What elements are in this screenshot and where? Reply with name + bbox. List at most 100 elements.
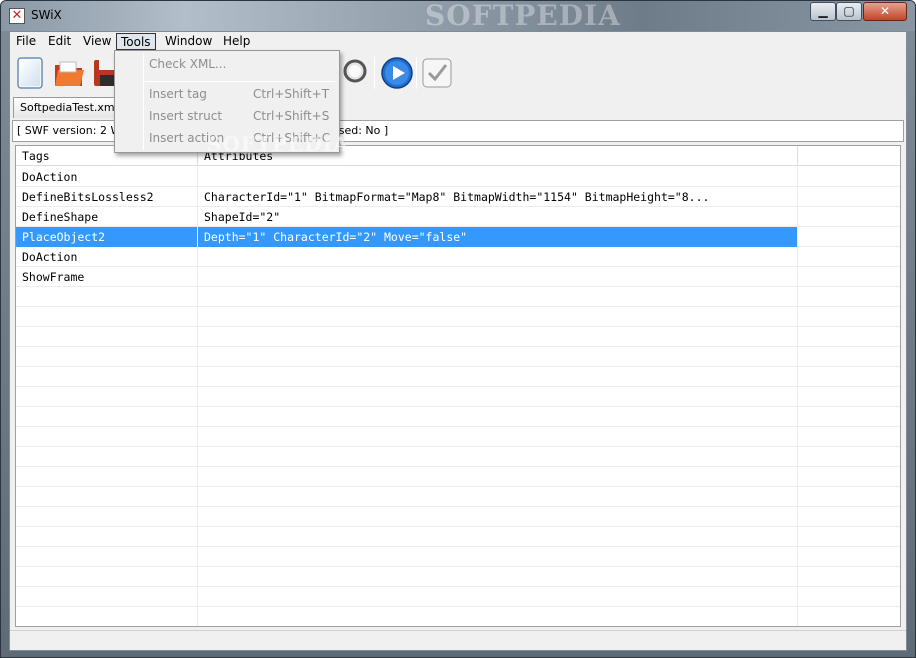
table-row[interactable]	[16, 527, 900, 547]
attributes-cell	[198, 407, 798, 427]
minimize-button[interactable]: ▁	[810, 2, 836, 21]
tag-cell	[16, 487, 198, 507]
window-title: SWiX	[31, 8, 62, 22]
maximize-button[interactable]: ▢	[836, 2, 862, 21]
tag-cell	[16, 607, 198, 626]
new-document-icon[interactable]	[14, 56, 48, 90]
shortcut-insert-tag: Ctrl+Shift+T	[253, 87, 330, 101]
table-row[interactable]	[16, 487, 900, 507]
attributes-cell	[198, 507, 798, 527]
tag-cell	[16, 287, 198, 307]
tag-cell	[16, 587, 198, 607]
table-row[interactable]: DoAction	[16, 247, 900, 267]
menu-item-check-xml[interactable]: Check XML...	[149, 54, 226, 74]
tag-cell	[16, 407, 198, 427]
attributes-cell	[198, 287, 798, 307]
table-row[interactable]	[16, 587, 900, 607]
table-row[interactable]: DefineBitsLossless2 CharacterId="1" Bitma…	[16, 187, 900, 207]
tag-cell	[16, 547, 198, 567]
table-row[interactable]: ShowFrame	[16, 267, 900, 287]
attributes-cell	[198, 487, 798, 507]
tag-cell	[16, 527, 198, 547]
menu-view[interactable]: View	[79, 33, 115, 50]
table-row[interactable]	[16, 567, 900, 587]
tag-cell	[16, 567, 198, 587]
search-magnifier-icon[interactable]	[336, 56, 370, 90]
app-window: ✕ SWiX SOFTPEDIA ▁ ▢ ✕ File Edit View To…	[0, 0, 916, 658]
table-row[interactable]	[16, 327, 900, 347]
table-row[interactable]: DoAction	[16, 167, 900, 187]
table-row[interactable]	[16, 407, 900, 427]
menu-tools[interactable]: Tools	[116, 33, 156, 50]
attributes-cell	[198, 307, 798, 327]
table-row[interactable]: PlaceObject2 Depth="1" CharacterId="2" Mo…	[16, 227, 900, 247]
tag-cell	[16, 367, 198, 387]
table-row[interactable]: DefineShape ShapeId="2"	[16, 207, 900, 227]
tag-cell: DefineShape	[16, 207, 198, 227]
attributes-cell	[198, 247, 798, 267]
tag-cell	[16, 467, 198, 487]
tag-cell: DoAction	[16, 167, 198, 187]
tag-cell	[16, 307, 198, 327]
attributes-cell: ShapeId="2"	[198, 207, 798, 227]
tag-cell	[16, 507, 198, 527]
attributes-cell	[198, 387, 798, 407]
table-row[interactable]	[16, 607, 900, 626]
toolbar-separator	[374, 57, 375, 89]
attributes-cell	[198, 567, 798, 587]
shortcut-insert-struct: Ctrl+Shift+S	[253, 109, 330, 123]
attributes-cell	[198, 447, 798, 467]
open-folder-icon[interactable]	[52, 56, 86, 90]
watermark: SOFTPEDIA	[425, 0, 621, 32]
table-row[interactable]	[16, 347, 900, 367]
table-row[interactable]	[16, 367, 900, 387]
menu-edit[interactable]: Edit	[44, 33, 75, 50]
tag-cell	[16, 327, 198, 347]
table-row[interactable]	[16, 447, 900, 467]
play-icon[interactable]	[380, 56, 414, 90]
attributes-cell	[198, 327, 798, 347]
menu-separator	[145, 81, 335, 82]
status-bar	[10, 630, 906, 650]
table-row[interactable]	[16, 387, 900, 407]
app-logo-icon: ✕	[9, 8, 25, 24]
title-bar[interactable]: ✕ SWiX SOFTPEDIA ▁ ▢ ✕	[1, 0, 915, 32]
attributes-cell	[198, 527, 798, 547]
menu-item-insert-struct[interactable]: Insert struct	[149, 106, 222, 126]
attributes-cell	[198, 547, 798, 567]
attributes-cell	[198, 587, 798, 607]
attributes-cell	[198, 607, 798, 626]
tab-softpedia-test[interactable]: SoftpediaTest.xml	[13, 97, 125, 118]
tags-grid[interactable]: Tags Attributes DoAction DefineBitsLossle…	[15, 145, 901, 627]
menu-window[interactable]: Window	[161, 33, 216, 50]
menu-icon-gutter	[143, 53, 144, 150]
menu-help[interactable]: Help	[219, 33, 254, 50]
attributes-cell	[198, 347, 798, 367]
table-row[interactable]	[16, 427, 900, 447]
tag-cell	[16, 387, 198, 407]
table-row[interactable]	[16, 287, 900, 307]
toolbar-separator-2	[416, 57, 417, 89]
close-button[interactable]: ✕	[863, 2, 907, 21]
tools-menu-dropdown: Check XML... Insert tag Ctrl+Shift+T Ins…	[114, 50, 348, 155]
check-icon[interactable]	[420, 56, 454, 90]
attributes-cell	[198, 367, 798, 387]
tag-cell: DefineBitsLossless2	[16, 187, 198, 207]
grid-rows: DoAction DefineBitsLossless2 CharacterId="…	[16, 167, 900, 626]
tag-cell: ShowFrame	[16, 267, 198, 287]
attributes-cell	[198, 267, 798, 287]
tag-cell: PlaceObject2	[16, 227, 198, 247]
table-row[interactable]	[16, 547, 900, 567]
tag-cell	[16, 347, 198, 367]
attributes-cell	[198, 167, 798, 187]
table-row[interactable]	[16, 507, 900, 527]
table-row[interactable]	[16, 307, 900, 327]
menu-watermark: SOFTPEDIA	[207, 132, 350, 156]
column-header-filler	[798, 146, 900, 166]
menu-item-insert-tag[interactable]: Insert tag	[149, 84, 207, 104]
tag-cell	[16, 447, 198, 467]
attributes-cell	[198, 427, 798, 447]
menu-file[interactable]: File	[12, 33, 40, 50]
attributes-cell: Depth="1" CharacterId="2" Move="false"	[198, 227, 798, 247]
table-row[interactable]	[16, 467, 900, 487]
